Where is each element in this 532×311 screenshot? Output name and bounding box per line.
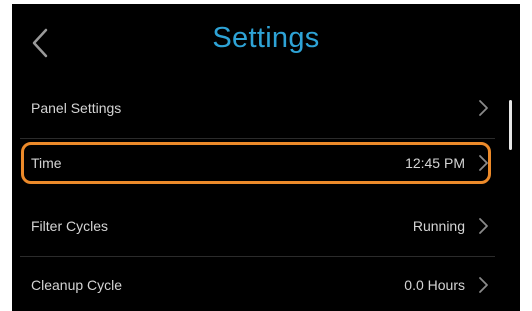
settings-row-time[interactable]: Time 12:45 PM xyxy=(20,139,495,198)
row-label: Filter Cycles xyxy=(31,218,109,234)
row-label: Time xyxy=(31,155,62,171)
chevron-right-icon xyxy=(479,155,488,171)
row-value: 0.0 Hours xyxy=(404,277,465,293)
page-title: Settings xyxy=(212,22,320,54)
settings-row-filter-cycles[interactable]: Filter Cycles Running xyxy=(20,198,495,257)
settings-list: Panel Settings Time 12:45 PM Filter Cycl… xyxy=(20,80,495,311)
chevron-right-icon xyxy=(479,277,488,293)
chevron-right-icon xyxy=(479,100,488,116)
settings-row-cleanup-cycle[interactable]: Cleanup Cycle 0.0 Hours xyxy=(20,257,495,311)
header: Settings xyxy=(12,4,520,82)
settings-screen: Settings Panel Settings Time 12:45 PM Fi… xyxy=(12,4,520,311)
scrollbar[interactable] xyxy=(509,100,512,150)
row-value: Running xyxy=(412,218,465,234)
chevron-right-icon xyxy=(479,218,488,234)
row-value: 12:45 PM xyxy=(405,155,465,171)
row-label: Cleanup Cycle xyxy=(31,277,123,293)
row-label: Panel Settings xyxy=(31,100,122,116)
settings-row-panel-settings[interactable]: Panel Settings xyxy=(20,80,495,139)
